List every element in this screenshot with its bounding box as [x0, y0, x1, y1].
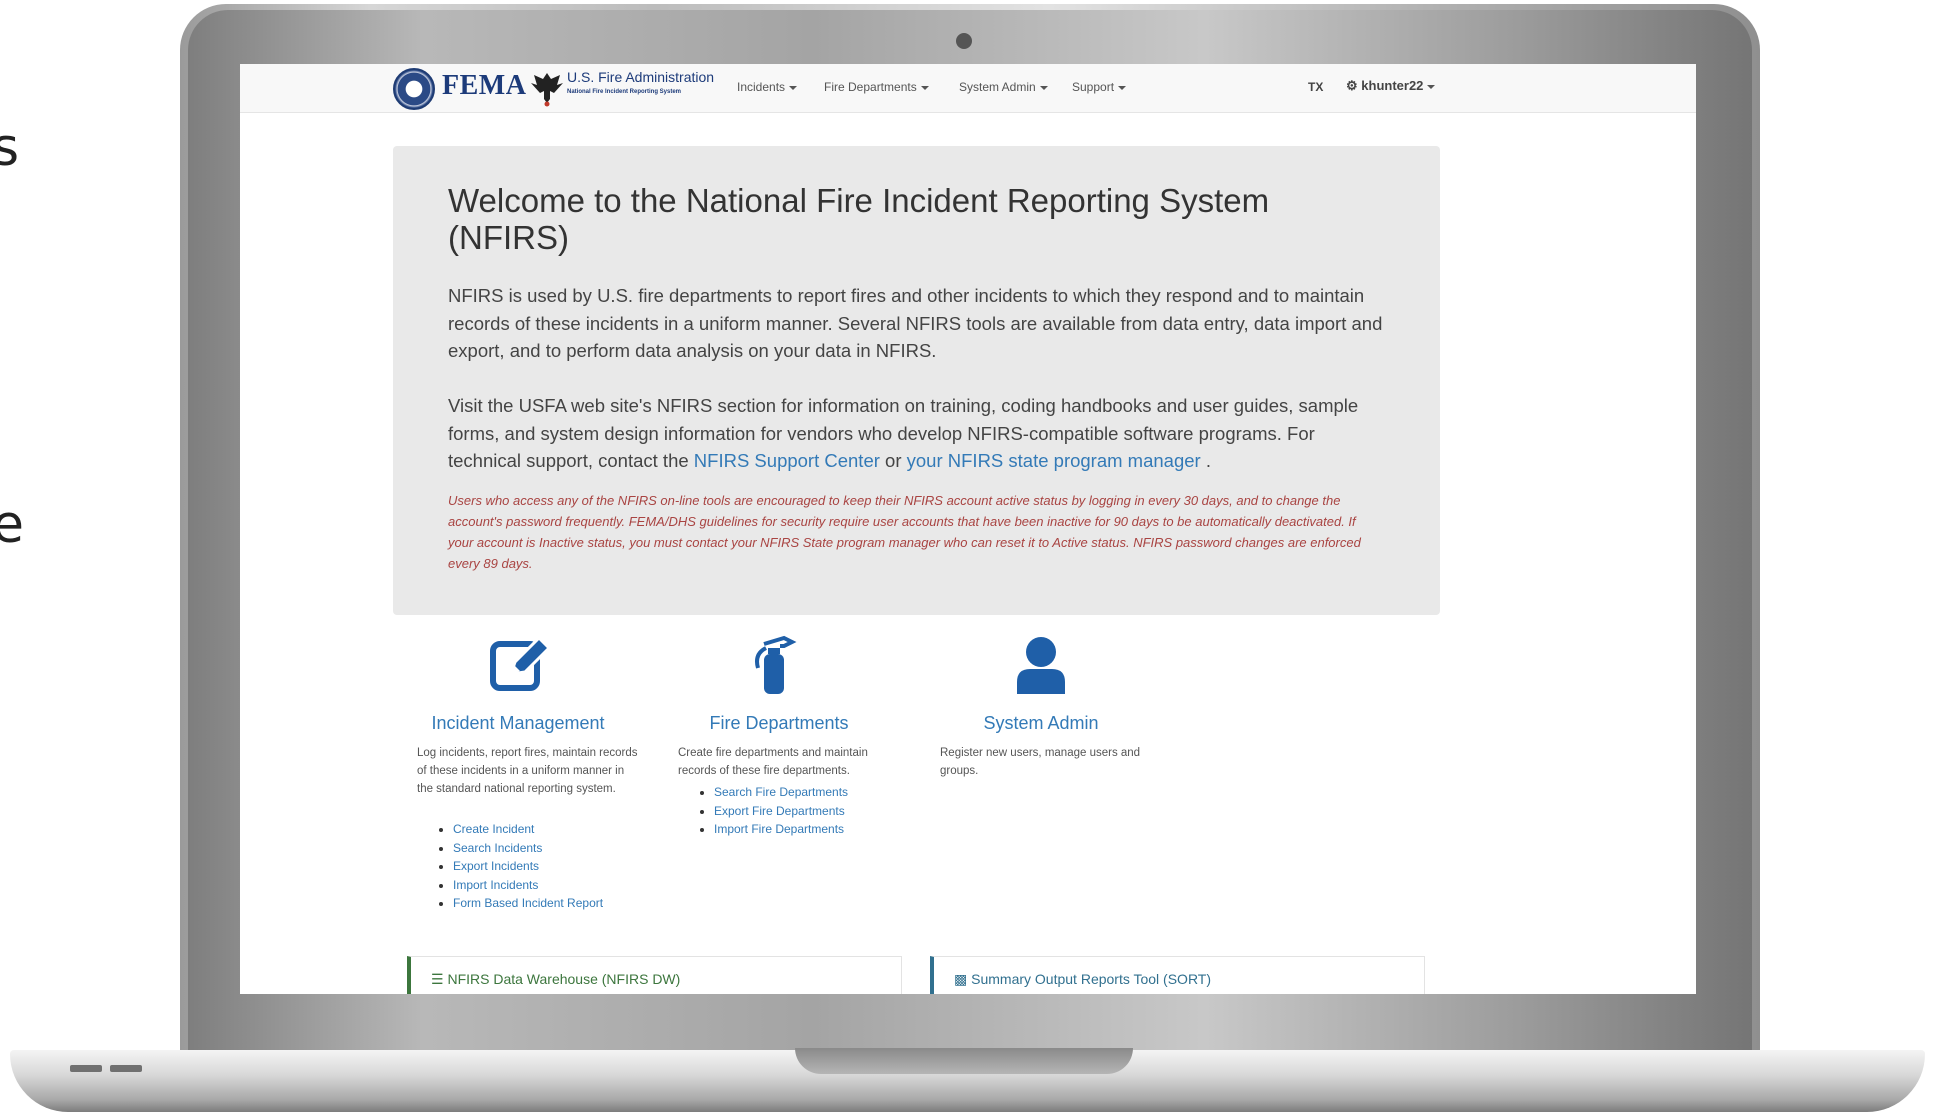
fire-department-links-list: Search Fire Departments Export Fire Depa…: [678, 783, 848, 839]
nav-menu-label: Incidents: [737, 80, 786, 94]
export-fire-departments-link[interactable]: Export Fire Departments: [714, 804, 845, 818]
caret-down-icon: [1427, 84, 1436, 89]
list-item: Create Incident: [453, 820, 603, 839]
laptop-notch: [795, 1048, 1133, 1074]
list-item: Import Fire Departments: [714, 820, 848, 839]
page-title: Welcome to the National Fire Incident Re…: [448, 182, 1270, 256]
nfirs-support-center-link[interactable]: NFIRS Support Center: [694, 450, 880, 471]
incident-links-list: Create Incident Search Incidents Export …: [417, 820, 603, 913]
cropped-edge-text-1: s: [0, 118, 20, 178]
import-fire-departments-link[interactable]: Import Fire Departments: [714, 822, 844, 836]
top-navbar: FEMA U.S. Fire Administration National F…: [240, 64, 1696, 113]
feature-title-system-admin[interactable]: System Admin: [926, 713, 1156, 734]
list-item: Search Fire Departments: [714, 783, 848, 802]
support-text: Visit the USFA web site's NFIRS section …: [448, 395, 1359, 471]
fema-seal-icon[interactable]: [393, 68, 435, 110]
inactive-account-warning: Users who access any of the NFIRS on-lin…: [448, 493, 1361, 571]
camera-icon: [956, 33, 972, 49]
search-incidents-link[interactable]: Search Incidents: [453, 841, 542, 855]
create-incident-link[interactable]: Create Incident: [453, 822, 534, 836]
gear-icon: ⚙: [1346, 78, 1358, 93]
caret-down-icon: [1039, 85, 1048, 90]
nav-menu-label: Fire Departments: [824, 80, 917, 94]
welcome-jumbotron: Welcome to the National Fire Incident Re…: [393, 146, 1440, 615]
nav-menu-label: System Admin: [959, 80, 1036, 94]
nav-menu-fire-departments[interactable]: Fire Departments: [824, 80, 929, 94]
or-text: or: [885, 450, 902, 471]
feature-description: Create fire departments and maintain rec…: [678, 747, 868, 777]
usfa-logo-title: U.S. Fire Administration: [567, 69, 715, 85]
nav-menu-label: Support: [1072, 80, 1115, 94]
search-fire-departments-link[interactable]: Search Fire Departments: [714, 785, 848, 799]
import-incidents-link[interactable]: Import Incidents: [453, 878, 538, 892]
database-icon: ☰: [431, 971, 444, 987]
panel-title-label: Summary Output Reports Tool (SORT): [971, 971, 1212, 987]
user-icon[interactable]: [1006, 634, 1076, 694]
nav-menu-system-admin[interactable]: System Admin: [959, 80, 1048, 94]
form-based-incident-report-link[interactable]: Form Based Incident Report: [453, 896, 603, 910]
usb-port-icon: [110, 1065, 142, 1072]
panel-title-label: NFIRS Data Warehouse (NFIRS DW): [447, 971, 681, 987]
user-menu[interactable]: ⚙ khunter22: [1346, 78, 1436, 94]
period-text: .: [1205, 450, 1211, 471]
usb-port-icon: [70, 1065, 102, 1072]
caret-down-icon: [920, 85, 929, 90]
fire-extinguisher-icon[interactable]: [744, 634, 814, 694]
feature-description: Register new users, manage users and gro…: [940, 747, 1141, 777]
state-indicator[interactable]: TX: [1308, 80, 1323, 94]
caret-down-icon: [789, 85, 798, 90]
fema-logo-text[interactable]: FEMA: [442, 70, 526, 102]
nav-menu-incidents[interactable]: Incidents: [737, 80, 798, 94]
usfa-logo[interactable]: U.S. Fire Administration National Fire I…: [567, 70, 714, 99]
feature-description: Log incidents, report fires, maintain re…: [417, 747, 638, 795]
feature-title-fire-departments[interactable]: Fire Departments: [664, 713, 894, 734]
export-incidents-link[interactable]: Export Incidents: [453, 859, 539, 873]
intro-paragraph: NFIRS is used by U.S. fire departments t…: [448, 285, 1383, 361]
list-item: Form Based Incident Report: [453, 894, 603, 913]
panel-sort[interactable]: ▩ Summary Output Reports Tool (SORT): [930, 956, 1425, 994]
support-paragraph: Visit the USFA web site's NFIRS section …: [448, 392, 1388, 475]
panel-title: ▩ Summary Output Reports Tool (SORT): [954, 971, 1211, 988]
list-item: Export Fire Departments: [714, 802, 848, 821]
caret-down-icon: [1118, 85, 1127, 90]
cropped-edge-text-2: e: [0, 495, 24, 555]
panel-nfirs-data-warehouse[interactable]: ☰ NFIRS Data Warehouse (NFIRS DW): [407, 956, 902, 994]
list-item: Import Incidents: [453, 876, 603, 895]
panel-title: ☰ NFIRS Data Warehouse (NFIRS DW): [431, 971, 680, 988]
feature-title-incident-management[interactable]: Incident Management: [403, 713, 633, 734]
state-program-manager-link[interactable]: your NFIRS state program manager: [907, 450, 1201, 471]
username-label: khunter22: [1361, 78, 1424, 93]
nav-menu-support[interactable]: Support: [1072, 80, 1127, 94]
bar-chart-icon: ▩: [954, 971, 968, 987]
edit-icon[interactable]: [487, 634, 557, 694]
list-item: Search Incidents: [453, 839, 603, 858]
usfa-eagle-icon[interactable]: [530, 69, 564, 107]
usfa-logo-subtitle: National Fire Incident Reporting System: [567, 89, 682, 95]
list-item: Export Incidents: [453, 857, 603, 876]
laptop-screen: FEMA U.S. Fire Administration National F…: [240, 64, 1696, 994]
